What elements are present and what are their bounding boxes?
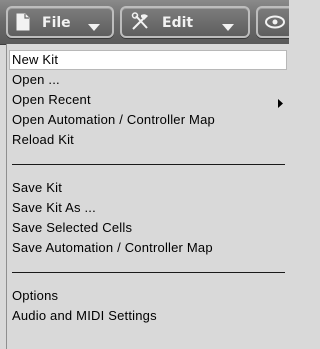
menu-item-label: Reload Kit: [12, 132, 74, 147]
menu-item-audio-midi-settings[interactable]: Audio and MIDI Settings: [9, 306, 289, 326]
menu-item-label: Audio and MIDI Settings: [12, 308, 157, 323]
eye-icon: [265, 15, 285, 33]
chevron-down-icon: [222, 20, 234, 36]
menu-item-save-selected-cells[interactable]: Save Selected Cells: [9, 218, 289, 238]
view-menu-button[interactable]: [256, 6, 289, 38]
menu-item-label: Save Kit As ...: [12, 200, 96, 215]
menu-separator: [12, 164, 285, 165]
menu-item-label: Options: [12, 288, 59, 303]
tools-icon: [130, 12, 152, 36]
menu-item-save-automation-map[interactable]: Save Automation / Controller Map: [9, 238, 289, 258]
menu-item-open-recent[interactable]: Open Recent: [9, 90, 289, 110]
menu-item-label: Save Selected Cells: [12, 220, 133, 235]
menu-item-open[interactable]: Open ...: [9, 70, 289, 90]
menu-item-label: Open ...: [12, 72, 60, 87]
menu-item-label: Save Automation / Controller Map: [12, 240, 213, 255]
edit-menu-label: Edit: [162, 15, 194, 31]
menu-item-label: Open Automation / Controller Map: [12, 112, 215, 127]
submenu-arrow-icon: [278, 96, 283, 111]
menu-item-new-kit[interactable]: New Kit: [9, 50, 287, 70]
file-dropdown-menu: New Kit Open ... Open Recent Open Automa…: [6, 44, 289, 349]
menu-item-save-kit[interactable]: Save Kit: [9, 178, 289, 198]
document-icon: [16, 13, 30, 35]
menu-separator: [12, 272, 285, 273]
edit-menu-button[interactable]: Edit: [120, 6, 250, 38]
menu-item-label: Open Recent: [12, 92, 91, 107]
menu-item-options[interactable]: Options: [9, 286, 289, 306]
menu-item-open-automation-map[interactable]: Open Automation / Controller Map: [9, 110, 289, 130]
menu-toolbar: File Edit: [0, 0, 289, 45]
menu-item-save-kit-as[interactable]: Save Kit As ...: [9, 198, 289, 218]
file-menu-button[interactable]: File: [6, 6, 114, 38]
file-menu-label: File: [42, 15, 71, 31]
menu-item-label: Save Kit: [12, 180, 63, 195]
chevron-down-icon: [88, 20, 100, 36]
menu-item-label: New Kit: [12, 52, 59, 67]
menu-item-reload-kit[interactable]: Reload Kit: [9, 130, 289, 150]
